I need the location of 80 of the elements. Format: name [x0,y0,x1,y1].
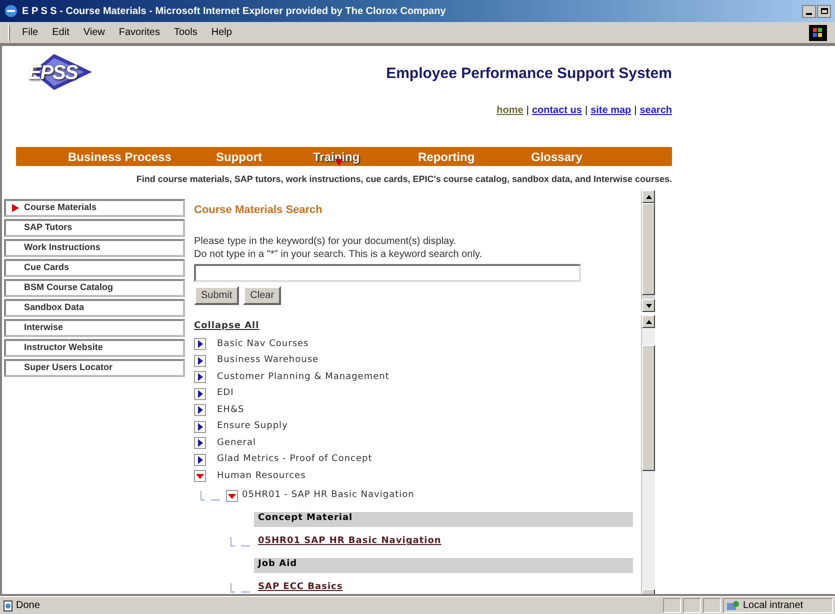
minimize-button[interactable] [802,4,816,18]
instruction-text: Please type in the keyword(s) for your document(s) display. [194,234,458,248]
instruction-text: Do not type in a "*" in your search. This is a keyword search only. [194,248,483,260]
tree-line-icon [200,491,222,501]
menu-item[interactable]: View [81,25,107,40]
collapse-all-link[interactable]: Collapse All [194,320,260,333]
tree-item[interactable]: EH&S [217,404,244,417]
search-field[interactable] [194,264,581,282]
tree-item[interactable]: EDI [217,387,234,400]
tree-item[interactable]: Ensure Supply [217,420,288,434]
link-separator: | [526,104,529,118]
document-link[interactable]: 05HR01 SAP HR Basic Navigation [258,535,442,549]
scrollbar[interactable] [641,315,655,594]
window-title: E P S S - Course Materials - Microsoft Internet Explorer provided by The Clorox Company [22,4,447,18]
menu-item[interactable]: Edit [50,25,72,40]
sidebar-item[interactable]: Cue Cards [4,259,185,277]
tagline: Find course materials, SAP tutors, work instructions, cue cards, EPIC's course catalog, sandbox data, and Interwise courses. [136,173,672,186]
document-link[interactable]: SAP ECC Basics [258,581,343,594]
submit-button[interactable]: Submit [194,286,240,304]
expand-icon[interactable] [194,420,206,433]
security-zone: Local intranet [743,599,804,613]
header-link[interactable]: site map [590,102,632,118]
clear-button[interactable]: Clear [243,286,282,304]
scroll-up-icon[interactable] [646,320,652,324]
expand-icon[interactable] [194,338,206,350]
header-link[interactable]: home [496,102,524,118]
intranet-icon [726,600,740,612]
sidebar-item[interactable]: BSM Course Catalog [4,279,185,297]
nav-tab[interactable]: Training [313,150,360,164]
tree-line-icon [230,537,252,547]
page-icon [2,600,14,612]
menu-item[interactable]: Tools [172,25,200,40]
expand-icon[interactable] [194,437,206,450]
browser-icon [4,4,18,18]
nav-tab[interactable]: Support [216,150,262,164]
link-separator: | [584,104,588,118]
maximize-button[interactable] [817,4,831,18]
menu-item[interactable]: Favorites [116,25,162,40]
scroll-up-icon[interactable] [646,194,652,198]
header-link[interactable]: search [640,102,672,118]
section-header: Job Aid [254,558,633,572]
site-title: Employee Performance Support System [386,64,672,84]
header-link[interactable]: contact us [532,102,582,118]
expand-icon[interactable] [194,371,206,384]
nav-tab[interactable]: Glossary [531,150,582,164]
expand-icon[interactable] [194,404,206,416]
tree-item[interactable]: Business Warehouse [217,354,319,368]
tree-line-icon [230,583,252,593]
sidebar-item[interactable]: Course Materials [4,199,185,217]
scrollbar[interactable] [641,190,655,312]
windows-logo-icon [809,24,827,40]
section-title: Course Materials Search [194,203,324,218]
menu-item[interactable]: Help [209,25,234,40]
expand-icon[interactable] [194,354,206,367]
status-pane [703,598,721,613]
expand-icon[interactable] [194,388,206,400]
sidebar-item[interactable]: Super Users Locator [4,359,185,377]
tree-item[interactable]: Customer Planning & Management [217,370,390,384]
tree-item[interactable]: 05HR01 - SAP HR Basic Navigation [242,489,414,503]
tree-item[interactable]: General [217,436,256,450]
status-pane [683,598,701,613]
sidebar-item[interactable]: SAP Tutors [4,219,185,237]
sidebar-item[interactable]: Sandbox Data [4,299,185,317]
sidebar-item[interactable]: Instructor Website [4,339,185,357]
nav-tab[interactable]: Business Process [68,150,172,164]
tree-item[interactable]: Basic Nav Courses [217,338,309,351]
nav-tab[interactable]: Reporting [418,150,475,164]
tree-item[interactable]: Glad Metrics - Proof of Concept [217,453,372,466]
collapse-icon[interactable] [226,490,238,502]
sidebar-item[interactable]: Work Instructions [4,239,185,257]
tree-item[interactable]: Human Resources [217,470,306,483]
expand-icon[interactable] [194,454,206,466]
menu-item[interactable]: File [20,25,40,40]
link-separator: | [634,104,637,118]
scroll-down-icon[interactable] [646,304,652,308]
status-pane [663,598,681,613]
collapse-icon[interactable] [194,470,206,482]
status-text: Done [16,599,41,613]
sidebar-item[interactable]: Interwise [4,319,185,337]
section-header: Concept Material [254,512,633,526]
